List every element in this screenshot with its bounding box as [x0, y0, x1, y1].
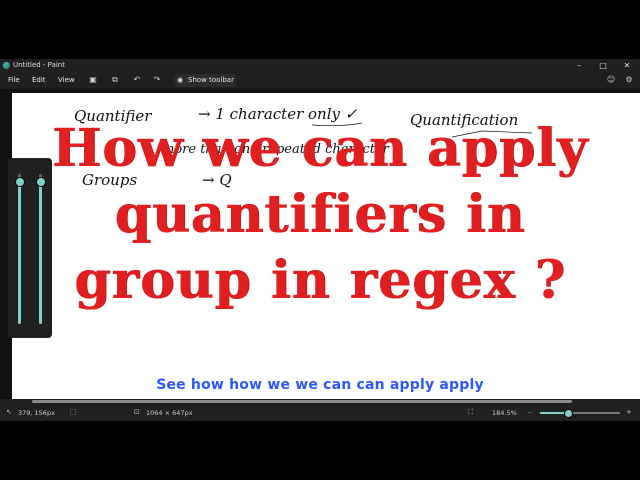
overlay-title-line-2: quantifiers in: [114, 184, 526, 245]
zoom-level[interactable]: 184.5%: [492, 409, 517, 417]
fit-icon[interactable]: ⛶: [468, 408, 476, 416]
canvas-size-icon: ⊡: [134, 408, 140, 416]
canvas-area: Quantifier → 1 character only ✓ Quantifi…: [0, 89, 640, 399]
maximize-icon[interactable]: □: [594, 60, 612, 71]
menu-file[interactable]: File: [8, 76, 20, 84]
brush-size-thumb[interactable]: [14, 177, 25, 187]
undo-icon[interactable]: ↶: [132, 75, 142, 85]
brush-slider-panel: [8, 158, 52, 338]
close-icon[interactable]: ✕: [618, 60, 636, 71]
video-caption: See how how we we can can apply apply: [156, 377, 484, 393]
minimize-icon[interactable]: –: [570, 60, 588, 71]
canvas-size: 1064 × 647px: [146, 409, 193, 417]
cursor-icon: ↖: [6, 408, 12, 416]
account-icon[interactable]: ☺: [606, 75, 616, 85]
show-toolbar-button[interactable]: ◉ Show toolbar: [174, 74, 236, 87]
show-toolbar-label: Show toolbar: [188, 76, 234, 84]
brush-size-track[interactable]: [14, 174, 25, 324]
share-icon[interactable]: ⧉: [110, 75, 120, 85]
zoom-slider[interactable]: [540, 409, 620, 418]
brush-opacity-track[interactable]: [35, 174, 46, 324]
brush-size-fill: [18, 181, 21, 324]
settings-icon[interactable]: ⚙: [624, 75, 634, 85]
brush-opacity-thumb[interactable]: [35, 177, 46, 187]
menu-bar: File Edit View ▣ ⧉ ↶ ↷ ◉ Show toolbar ☺ …: [0, 72, 640, 89]
paint-app-icon: [3, 62, 10, 69]
paint-window: Untitled - Paint – □ ✕ File Edit View ▣ …: [0, 59, 640, 421]
selection-icon: ⬚: [70, 408, 77, 416]
window-title: Untitled - Paint: [13, 61, 65, 69]
zoom-out-icon[interactable]: –: [528, 408, 536, 416]
horizontal-scroll-thumb[interactable]: [32, 400, 572, 403]
zoom-in-icon[interactable]: +: [626, 408, 634, 416]
status-bar: ↖ 379, 156px ⬚ ⊡ 1064 × 647px ⛶ 184.5% –…: [0, 404, 640, 421]
redo-icon[interactable]: ↷: [152, 75, 162, 85]
save-icon[interactable]: ▣: [88, 75, 98, 85]
overlay-title-line-3: group in regex ?: [74, 250, 566, 311]
menu-edit[interactable]: Edit: [32, 76, 46, 84]
eye-icon: ◉: [177, 76, 184, 84]
cursor-position: 379, 156px: [18, 409, 55, 417]
title-bar: Untitled - Paint – □ ✕: [0, 59, 640, 72]
menu-view[interactable]: View: [58, 76, 75, 84]
zoom-slider-thumb[interactable]: [564, 409, 573, 418]
brush-opacity-fill: [39, 181, 42, 324]
overlay-title-line-1: How we can apply: [51, 118, 589, 179]
